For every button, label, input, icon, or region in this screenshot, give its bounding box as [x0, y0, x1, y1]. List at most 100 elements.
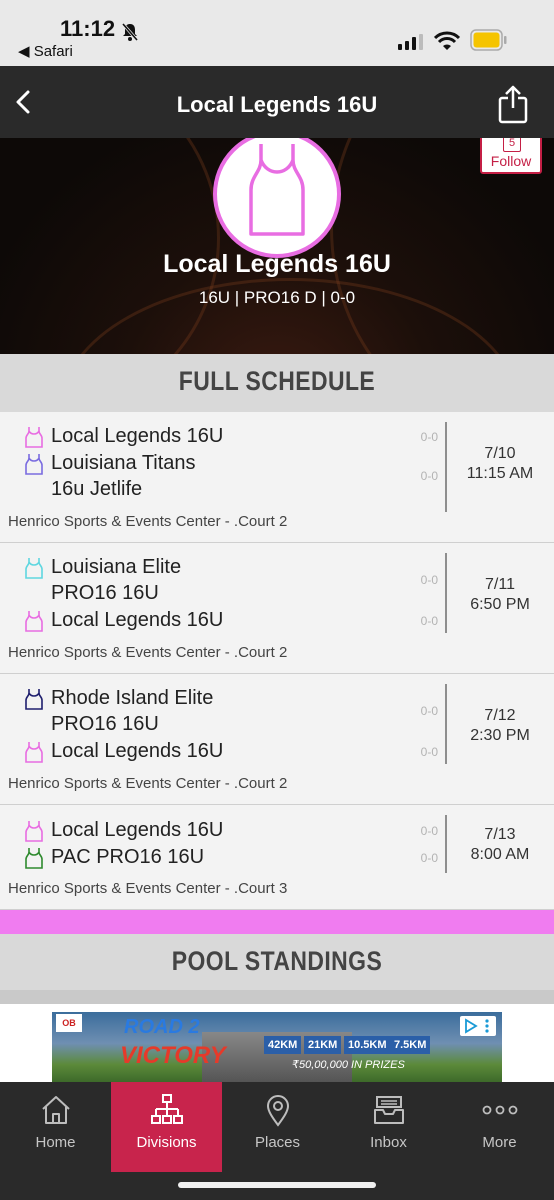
ad-logo: OB: [56, 1014, 82, 1032]
divider: [445, 422, 447, 512]
inbox-icon: [374, 1096, 404, 1124]
follow-count: 5: [503, 138, 521, 152]
team-name-line: Rhode Island Elite: [51, 687, 214, 709]
bell-slash-icon: [121, 23, 139, 41]
game-team-row[interactable]: Local Legends 16U: [24, 607, 223, 633]
tab-more[interactable]: More: [444, 1082, 554, 1172]
team-hero: Local Legends 16U 16U | PRO16 D | 0-0 5 …: [0, 138, 554, 354]
game-team-row[interactable]: PAC PRO16 16U: [24, 844, 204, 870]
jersey-icon: [25, 611, 43, 632]
more-dots-icon: [482, 1105, 518, 1115]
team-name-label: Louisiana Titans 16u Jetlife: [51, 450, 196, 502]
tab-home[interactable]: Home: [0, 1082, 111, 1172]
divider: [445, 815, 447, 873]
page-title: Local Legends 16U: [176, 92, 378, 117]
home-indicator[interactable]: [178, 1182, 376, 1188]
game-card[interactable]: Rhode Island Elite PRO16 16U 0-0 Local L…: [0, 674, 554, 805]
full-schedule-title: FULL SCHEDULE: [178, 366, 376, 396]
follow-label: Follow: [490, 153, 532, 169]
team-name-line: PRO16 16U: [51, 582, 159, 604]
location-pin-icon: [266, 1095, 290, 1127]
home-icon: [42, 1096, 70, 1124]
team-name: Local Legends 16U: [163, 250, 391, 278]
pool-standings-header: POOL STANDINGS: [0, 934, 554, 992]
game-venue: Henrico Sports & Events Center - .Court …: [8, 880, 288, 897]
status-time: 11:12: [60, 16, 116, 41]
ad-prize: ₹50,00,000 IN PRIZES: [292, 1059, 405, 1071]
ad-headline-2: VICTORY: [120, 1042, 226, 1069]
accent-band: [0, 910, 554, 934]
team-name-label: Local Legends 16U: [51, 740, 224, 762]
status-bar: 11:12 ◀ Safari: [0, 0, 554, 66]
ad-headline-1: ROAD 2: [124, 1016, 200, 1038]
divider: [445, 684, 447, 764]
app-screen: { "status_bar": { "time": "11:12", "back…: [0, 0, 554, 1200]
follow-button[interactable]: 5 Follow: [480, 138, 542, 174]
team-name-line: PRO16 16U: [51, 713, 159, 735]
jersey-icon: [25, 742, 43, 763]
back-to-safari-link[interactable]: ◀ Safari: [18, 42, 73, 60]
ad-choices-icon[interactable]: [460, 1016, 496, 1036]
jersey-icon: [25, 821, 43, 842]
bracket-icon: [151, 1094, 183, 1124]
game-venue: Henrico Sports & Events Center - .Court …: [8, 644, 288, 661]
team-score: 0-0: [420, 614, 438, 628]
tab-places[interactable]: Places: [222, 1082, 333, 1172]
game-team-row[interactable]: Rhode Island Elite PRO16 16U: [24, 685, 213, 737]
game-time: 8:00 AM: [470, 846, 530, 863]
jersey-icon: [249, 144, 305, 236]
tab-divisions[interactable]: Divisions: [111, 1082, 222, 1172]
team-name-label: Local Legends 16U: [51, 609, 224, 631]
divider: [445, 553, 447, 633]
team-name-line: Louisiana Elite: [51, 556, 182, 578]
team-name-label: Local Legends 16U: [51, 425, 224, 447]
ad-banner[interactable]: OB ROAD 2 VICTORY 42KM 21KM 10.5KM 7.5KM…: [52, 1012, 502, 1082]
game-card[interactable]: Local Legends 16U 0-0 PAC PRO16 16U 0-0 …: [0, 805, 554, 910]
game-venue: Henrico Sports & Events Center - .Court …: [8, 513, 288, 530]
team-score: 0-0: [420, 430, 438, 444]
game-date: 7/13: [484, 826, 516, 843]
game-time: 11:15 AM: [466, 465, 534, 482]
team-name-label: Local Legends 16U: [51, 819, 224, 841]
team-name-label: Rhode Island Elite PRO16 16U: [51, 685, 213, 737]
team-name-line: Louisiana Titans: [51, 452, 196, 474]
game-date: 7/10: [484, 445, 516, 462]
jersey-icon: [25, 454, 43, 475]
jersey-icon: [25, 427, 43, 448]
battery-icon: [470, 29, 507, 51]
team-name-label: Louisiana Elite PRO16 16U: [51, 554, 181, 606]
pool-standings-title: POOL STANDINGS: [171, 946, 383, 976]
team-score: 0-0: [420, 745, 438, 759]
jersey-icon: [25, 848, 43, 869]
game-date: 7/11: [485, 576, 515, 593]
game-card[interactable]: Louisiana Elite PRO16 16U 0-0 Local Lege…: [0, 543, 554, 674]
game-team-row[interactable]: Local Legends 16U: [24, 817, 223, 843]
jersey-icon: [25, 558, 43, 579]
game-team-row[interactable]: Louisiana Titans 16u Jetlife: [24, 450, 196, 502]
team-avatar: [213, 138, 341, 258]
game-time: 2:30 PM: [470, 727, 530, 744]
team-name-label: PAC PRO16 16U: [51, 846, 205, 868]
ad-distance: 42KM: [264, 1036, 302, 1054]
team-score: 0-0: [420, 851, 438, 865]
game-time: 6:50 PM: [470, 596, 530, 613]
game-venue: Henrico Sports & Events Center - .Court …: [8, 775, 288, 792]
tab-inbox[interactable]: Inbox: [333, 1082, 444, 1172]
tab-label: More: [482, 1134, 517, 1151]
team-name-line: 16u Jetlife: [51, 478, 143, 500]
team-score: 0-0: [420, 824, 438, 838]
share-icon[interactable]: [496, 84, 530, 124]
navigation-bar: Local Legends 16U: [0, 66, 554, 138]
cellular-signal-icon: [398, 34, 423, 50]
game-team-row[interactable]: Local Legends 16U: [24, 738, 223, 764]
tab-label: Places: [254, 1134, 301, 1151]
game-date: 7/12: [484, 707, 516, 724]
tab-label: Divisions: [136, 1134, 197, 1151]
full-schedule-header: FULL SCHEDULE: [0, 354, 554, 412]
ad-distance: 10.5KM: [344, 1036, 391, 1054]
game-team-row[interactable]: Local Legends 16U: [24, 423, 223, 449]
game-card[interactable]: Local Legends 16U 0-0 Louisiana Titans 1…: [0, 412, 554, 543]
ad-distance: 7.5KM: [390, 1036, 431, 1054]
game-team-row[interactable]: Louisiana Elite PRO16 16U: [24, 554, 181, 606]
team-score: 0-0: [420, 704, 438, 718]
